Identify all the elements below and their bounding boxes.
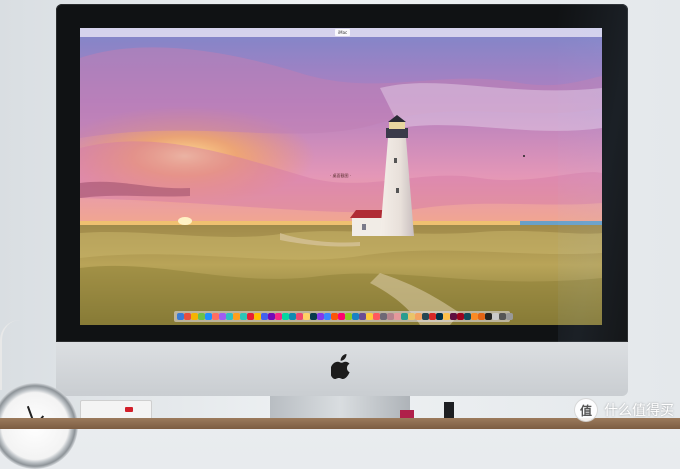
dock-app-icon[interactable] [247,313,254,320]
dock-app-icon[interactable] [485,313,492,320]
dock-app-icon[interactable] [289,313,296,320]
power-switch [125,407,133,412]
dock-app-icon[interactable] [436,313,443,320]
dock-app-icon[interactable] [268,313,275,320]
watermark-text: 什么值得买 [604,403,674,419]
menu-bar: iMac [80,28,602,37]
dock-app-icon[interactable] [254,313,261,320]
dock-app-icon[interactable] [492,313,499,320]
watermark-logo-icon: 值 [574,398,598,422]
dock-app-icon[interactable] [506,313,513,320]
dock-app-icon[interactable] [261,313,268,320]
imac-chin [56,342,628,396]
imac-computer: iMac · 桌面截图 · [56,4,628,396]
dock-app-icon[interactable] [212,313,219,320]
dock-app-icon[interactable] [310,313,317,320]
dock-app-icon[interactable] [415,313,422,320]
dock-app-icon[interactable] [366,313,373,320]
desktop-label: · 桌面截图 · [330,173,352,178]
dock-app-icon[interactable] [345,313,352,320]
dock-app-icon[interactable] [331,313,338,320]
dock-app-icon[interactable] [429,313,436,320]
dock [174,311,513,322]
watermark: 值 什么值得买 [574,398,674,422]
dock-app-icon[interactable] [338,313,345,320]
desktop-screen: iMac · 桌面截图 · [80,28,602,325]
dock-app-icon[interactable] [240,313,247,320]
dock-app-icon[interactable] [471,313,478,320]
dock-app-icon[interactable] [499,313,506,320]
dock-app-icon[interactable] [380,313,387,320]
dock-app-icon[interactable] [359,313,366,320]
dock-app-icon[interactable] [205,313,212,320]
dock-app-icon[interactable] [282,313,289,320]
dock-app-icon[interactable] [184,313,191,320]
dock-app-icon[interactable] [219,313,226,320]
dock-app-icon[interactable] [373,313,380,320]
dock-app-icon[interactable] [408,313,415,320]
dock-app-icon[interactable] [296,313,303,320]
dock-app-icon[interactable] [450,313,457,320]
dock-app-icon[interactable] [457,313,464,320]
screen-bezel: iMac · 桌面截图 · [56,4,628,342]
dock-app-icon[interactable] [387,313,394,320]
dock-app-icon[interactable] [233,313,240,320]
dock-app-icon[interactable] [191,313,198,320]
dock-app-icon[interactable] [275,313,282,320]
dock-app-icon[interactable] [226,313,233,320]
mouse-cursor [523,155,525,157]
dock-app-icon[interactable] [352,313,359,320]
dock-app-icon[interactable] [394,313,401,320]
dock-app-icon[interactable] [198,313,205,320]
dock-app-icon[interactable] [422,313,429,320]
screen-glare [558,4,628,342]
dock-app-icon[interactable] [177,313,184,320]
apple-logo-icon [331,354,350,379]
white-cable [0,320,42,390]
dock-app-icon[interactable] [464,313,471,320]
dock-app-icon[interactable] [401,313,408,320]
dock-app-icon[interactable] [317,313,324,320]
dock-app-icon[interactable] [324,313,331,320]
dock-app-icon[interactable] [443,313,450,320]
dock-app-icon[interactable] [303,313,310,320]
menubar-title[interactable]: iMac [335,29,351,36]
dock-app-icon[interactable] [478,313,485,320]
